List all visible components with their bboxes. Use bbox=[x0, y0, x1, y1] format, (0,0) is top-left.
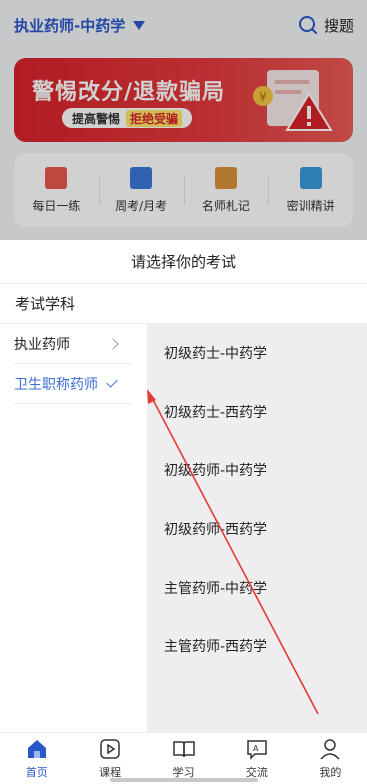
play-course-icon bbox=[100, 739, 120, 759]
person-icon bbox=[320, 739, 340, 760]
tab-home[interactable]: 首页 bbox=[0, 733, 73, 784]
category-list: 执业药师 卫生职称药师 bbox=[0, 324, 147, 732]
tab-profile[interactable]: 我的 bbox=[294, 733, 367, 784]
home-icon bbox=[27, 740, 46, 758]
tab-label: 我的 bbox=[319, 766, 342, 779]
chat-icon: A bbox=[247, 740, 267, 760]
tab-label: 首页 bbox=[25, 766, 48, 779]
home-indicator bbox=[110, 778, 258, 782]
exam-item[interactable]: 主管药师-西药学 bbox=[164, 617, 367, 676]
category-item-licensed-pharmacist[interactable]: 执业药师 bbox=[14, 324, 133, 364]
exam-item[interactable]: 初级药师-西药学 bbox=[164, 500, 367, 559]
tab-courses[interactable]: 课程 bbox=[73, 733, 146, 784]
tab-study[interactable]: 学习 bbox=[147, 733, 220, 784]
dim-overlay[interactable] bbox=[0, 0, 367, 240]
exam-item[interactable]: 初级药士-西药学 bbox=[164, 383, 367, 442]
exam-item[interactable]: 初级药师-中药学 bbox=[164, 441, 367, 500]
checkmark-icon bbox=[106, 376, 118, 388]
category-item-health-title-pharmacist[interactable]: 卫生职称药师 bbox=[14, 364, 133, 404]
chevron-right-icon bbox=[107, 337, 119, 350]
exam-item[interactable]: 初级药士-中药学 bbox=[164, 324, 367, 383]
exam-list: 初级药士-中药学 初级药士-西药学 初级药师-中药学 初级药师-西药学 主管药师… bbox=[147, 324, 367, 732]
picker-columns: 执业药师 卫生职称药师 初级药士-中药学 初级药士-西药学 初级药师-中药学 初… bbox=[0, 324, 367, 732]
exam-picker-sheet: 请选择你的考试 考试学科 执业药师 卫生职称药师 初级药士-中药学 初级药士-西… bbox=[0, 240, 367, 732]
open-book-icon bbox=[172, 741, 195, 758]
bottom-tab-bar: 首页 课程 学习 A 交流 我的 bbox=[0, 732, 367, 784]
sheet-title: 请选择你的考试 bbox=[0, 240, 367, 284]
svg-text:A: A bbox=[253, 744, 259, 753]
category-label: 卫生职称药师 bbox=[14, 376, 98, 393]
tab-community[interactable]: A 交流 bbox=[220, 733, 293, 784]
exam-item[interactable]: 主管药师-中药学 bbox=[164, 558, 367, 617]
section-title: 考试学科 bbox=[0, 284, 367, 324]
category-label: 执业药师 bbox=[14, 336, 70, 353]
